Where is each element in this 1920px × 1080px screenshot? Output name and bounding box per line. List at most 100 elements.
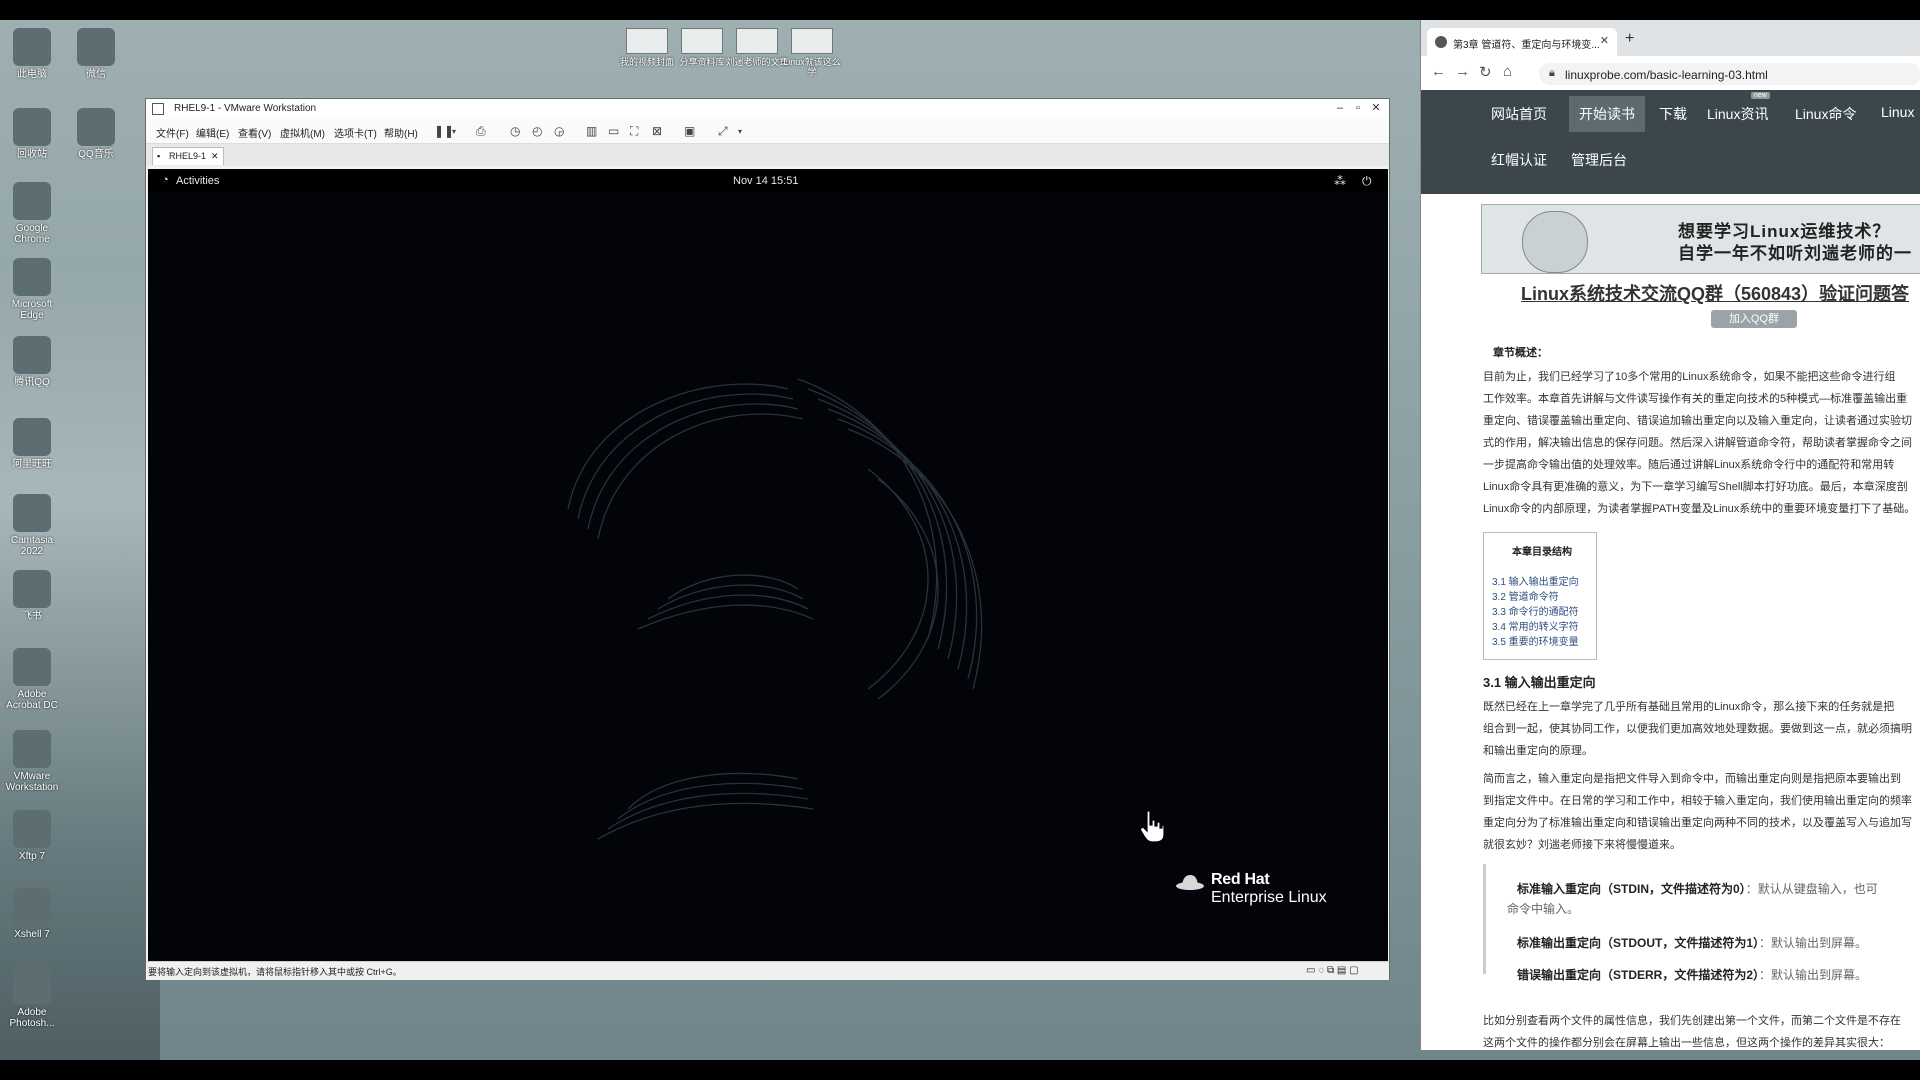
minimize-icon[interactable]: – (1331, 102, 1349, 114)
desktop-icon[interactable]: 此电脑 (0, 28, 64, 80)
address-bar[interactable]: 🔒︎ linuxprobe.com/basic-learning-03.html (1539, 63, 1920, 85)
nav-home[interactable]: 网站首页 (1491, 104, 1547, 124)
paragraph-line: 重定向分为了标准输出重定向和错误输出重定向两种不同的技术，以及覆盖写入与追加写 (1483, 817, 1912, 829)
desktop-icon-label: 腾讯QQ (14, 377, 50, 388)
snapshot-manager-icon[interactable]: ◶ (554, 124, 564, 138)
desktop-icon[interactable]: Camtasia 2022 (0, 494, 64, 557)
nav-redhat-cert[interactable]: 红帽认证 (1491, 150, 1547, 170)
nav-linux-news[interactable]: Linux资讯 (1707, 104, 1768, 124)
desktop-icon[interactable]: VMware Workstation (0, 730, 64, 793)
computer-icon (13, 28, 51, 66)
desktop-icon-label: Xshell 7 (14, 929, 50, 940)
desktop-icon[interactable]: 阿里旺旺 (0, 418, 64, 470)
desktop-shortcut[interactable]: Linux就该这么学 (780, 28, 844, 77)
thumbnail-icon[interactable]: ▭ (608, 124, 619, 138)
close-icon[interactable]: ✕ (211, 151, 219, 162)
aliwangwang-icon (13, 418, 51, 456)
menu-file[interactable]: 文件(F) (156, 125, 189, 140)
desktop-icon[interactable]: Xshell 7 (0, 888, 64, 940)
desktop-icon[interactable]: Adobe Photosh... (0, 966, 64, 1029)
toc-item[interactable]: 3.2 管道命令符 (1492, 588, 1559, 603)
join-qq-button[interactable]: 加入QQ群 (1711, 310, 1797, 328)
stdout-item: 标准输出重定向（STDOUT，文件描述符为1）：默认输出到屏幕。 (1517, 936, 1868, 950)
toc-item[interactable]: 3.1 输入输出重定向 (1492, 573, 1579, 588)
device-icons[interactable]: ▭ ◌ ⧉ ▤ ▢ (1306, 965, 1359, 976)
desktop-icon-label: 微信 (86, 69, 106, 80)
forward-icon[interactable]: → (1455, 63, 1470, 80)
toc-item[interactable]: 3.4 常用的转义字符 (1492, 618, 1579, 633)
paragraph-line: 到指定文件中。在日常的学习和工作中，相较于输入重定向，我们使用输出重定向的频率 (1483, 795, 1912, 807)
close-icon[interactable]: ✕ (1600, 34, 1609, 47)
nav-linux-commands[interactable]: Linux命令 (1795, 104, 1856, 124)
desktop-icon[interactable]: 飞书 (0, 570, 64, 622)
nav-admin[interactable]: 管理后台 (1571, 150, 1627, 170)
desktop-icon[interactable]: 腾讯QQ (0, 336, 64, 388)
back-icon[interactable]: ← (1431, 63, 1446, 80)
paragraph-line: 和输出重定向的原理。 (1483, 745, 1593, 757)
paragraph-line: 组合到一起，使其协同工作，以便我们更加高效地处理数据。要做到这一点，就必须搞明 (1483, 723, 1912, 735)
promo-banner[interactable]: 想要学习Linux运维技术？ 自学一年不如听刘遄老师的一 (1481, 204, 1920, 274)
camtasia-icon (13, 494, 51, 532)
unity-icon[interactable]: ⊠ (652, 124, 662, 138)
vmware-title-bar[interactable]: RHEL9-1 - VMware Workstation – ▫ ✕ (146, 99, 1389, 119)
snapshot-icon[interactable]: ◷ (510, 124, 520, 138)
browser-tab[interactable]: 第3章 管道符、重定向与环境变... ✕ (1427, 28, 1617, 56)
sidebar-toggle-icon[interactable]: ▥ (586, 124, 597, 138)
acrobat-icon (13, 648, 51, 686)
desktop-icon[interactable]: 微信 (64, 28, 128, 80)
console-icon[interactable]: ▣ (684, 124, 695, 138)
nav-download[interactable]: 下载 (1659, 104, 1687, 124)
photoshop-icon (13, 966, 51, 1004)
desktop-icon[interactable]: QQ音乐 (64, 108, 128, 160)
desktop-icon[interactable]: Xftp 7 (0, 810, 64, 862)
recycle-bin-icon (13, 108, 51, 146)
redhat-logo-line2: Enterprise Linux (1211, 889, 1327, 906)
stretch-icon[interactable]: ⤢ (718, 124, 728, 139)
menu-help[interactable]: 帮助(H) (384, 125, 418, 140)
desktop-icon-label: Xftp 7 (18, 851, 46, 862)
chevron-down-icon[interactable]: ▾ (738, 127, 742, 136)
browser-window[interactable]: 第3章 管道符、重定向与环境变... ✕ + ← → ↻ ⌂ 🔒︎ linuxp… (1420, 20, 1920, 1050)
nav-start-reading[interactable]: 开始读书 (1569, 96, 1645, 132)
browser-tab-title: 第3章 管道符、重定向与环境变... (1453, 40, 1600, 51)
qq-group-link[interactable]: Linux系统技术交流QQ群（560843）验证问题答 (1521, 280, 1909, 306)
desktop-icon[interactable]: Google Chrome (0, 182, 64, 245)
reload-icon[interactable]: ↻ (1479, 63, 1492, 81)
desktop-icon[interactable]: 回收站 (0, 108, 64, 160)
paragraph-line: 既然已经在上一章学完了几乎所有基础且常用的Linux命令，那么接下来的任务就是把 (1483, 701, 1895, 713)
rhel-wallpaper-swirl (567, 378, 983, 840)
vmware-title: RHEL9-1 - VMware Workstation (174, 103, 317, 114)
guest-display[interactable]: Activities ◔ Nov 14 15:51 ⁂ ⏻ Red Hat En… (148, 169, 1388, 961)
vmware-icon (13, 730, 51, 768)
tab-label: RHEL9-1 (169, 151, 207, 161)
menu-tabs[interactable]: 选项卡(T) (334, 125, 377, 140)
revert-snapshot-icon[interactable]: ◴ (532, 124, 542, 138)
maximize-icon[interactable]: ▫ (1349, 102, 1367, 114)
menu-vm[interactable]: 虚拟机(M) (280, 125, 325, 140)
tab-rhel9-1[interactable]: ▪ RHEL9-1 ✕ (152, 147, 224, 165)
banner-line2: 自学一年不如听刘遄老师的一 (1678, 244, 1912, 263)
toc-item[interactable]: 3.5 重要的环境变量 (1492, 633, 1579, 648)
fullscreen-icon[interactable]: ⛶ (630, 124, 638, 139)
menu-view[interactable]: 查看(V) (238, 125, 271, 140)
vmware-window[interactable]: RHEL9-1 - VMware Workstation – ▫ ✕ 文件(F) 编… (145, 98, 1390, 980)
desktop-icon[interactable]: Adobe Acrobat DC (0, 648, 64, 711)
nav-linux-more[interactable]: Linux (1881, 104, 1914, 120)
toc-item[interactable]: 3.3 命令行的通配符 (1492, 603, 1579, 618)
send-keys-icon[interactable]: ⎙ (476, 124, 486, 139)
desktop-icon-label: 阿里旺旺 (12, 459, 52, 470)
article-page: 想要学习Linux运维技术？ 自学一年不如听刘遄老师的一 Linux系统技术交流… (1421, 194, 1920, 1050)
summary-paragraph: 目前为止，我们已经学习了10多个常用的Linux系统命令，如果不能把这些命令进行… (1483, 366, 1920, 520)
desktop-icon-label: 飞书 (22, 611, 42, 622)
desktop-icon-label: Adobe Photosh... (9, 1007, 55, 1029)
edge-icon (13, 258, 51, 296)
close-icon[interactable]: ✕ (1367, 101, 1385, 114)
desktop-icon[interactable]: Microsoft Edge (0, 258, 64, 321)
home-icon[interactable]: ⌂ (1503, 63, 1512, 80)
new-tab-icon[interactable]: + (1625, 30, 1634, 48)
menu-edit[interactable]: 编辑(E) (196, 125, 229, 140)
stderr-item: 错误输出重定向（STDERR，文件描述符为2）：默认输出到屏幕。 (1517, 968, 1868, 982)
file-thumbnail-icon (626, 28, 668, 54)
paragraph-line: 工作效率。本章首先讲解与文件读写操作有关的重定向技术的5种模式—标准覆盖输出重 (1483, 393, 1908, 405)
chevron-down-icon[interactable]: ▾ (452, 127, 456, 136)
